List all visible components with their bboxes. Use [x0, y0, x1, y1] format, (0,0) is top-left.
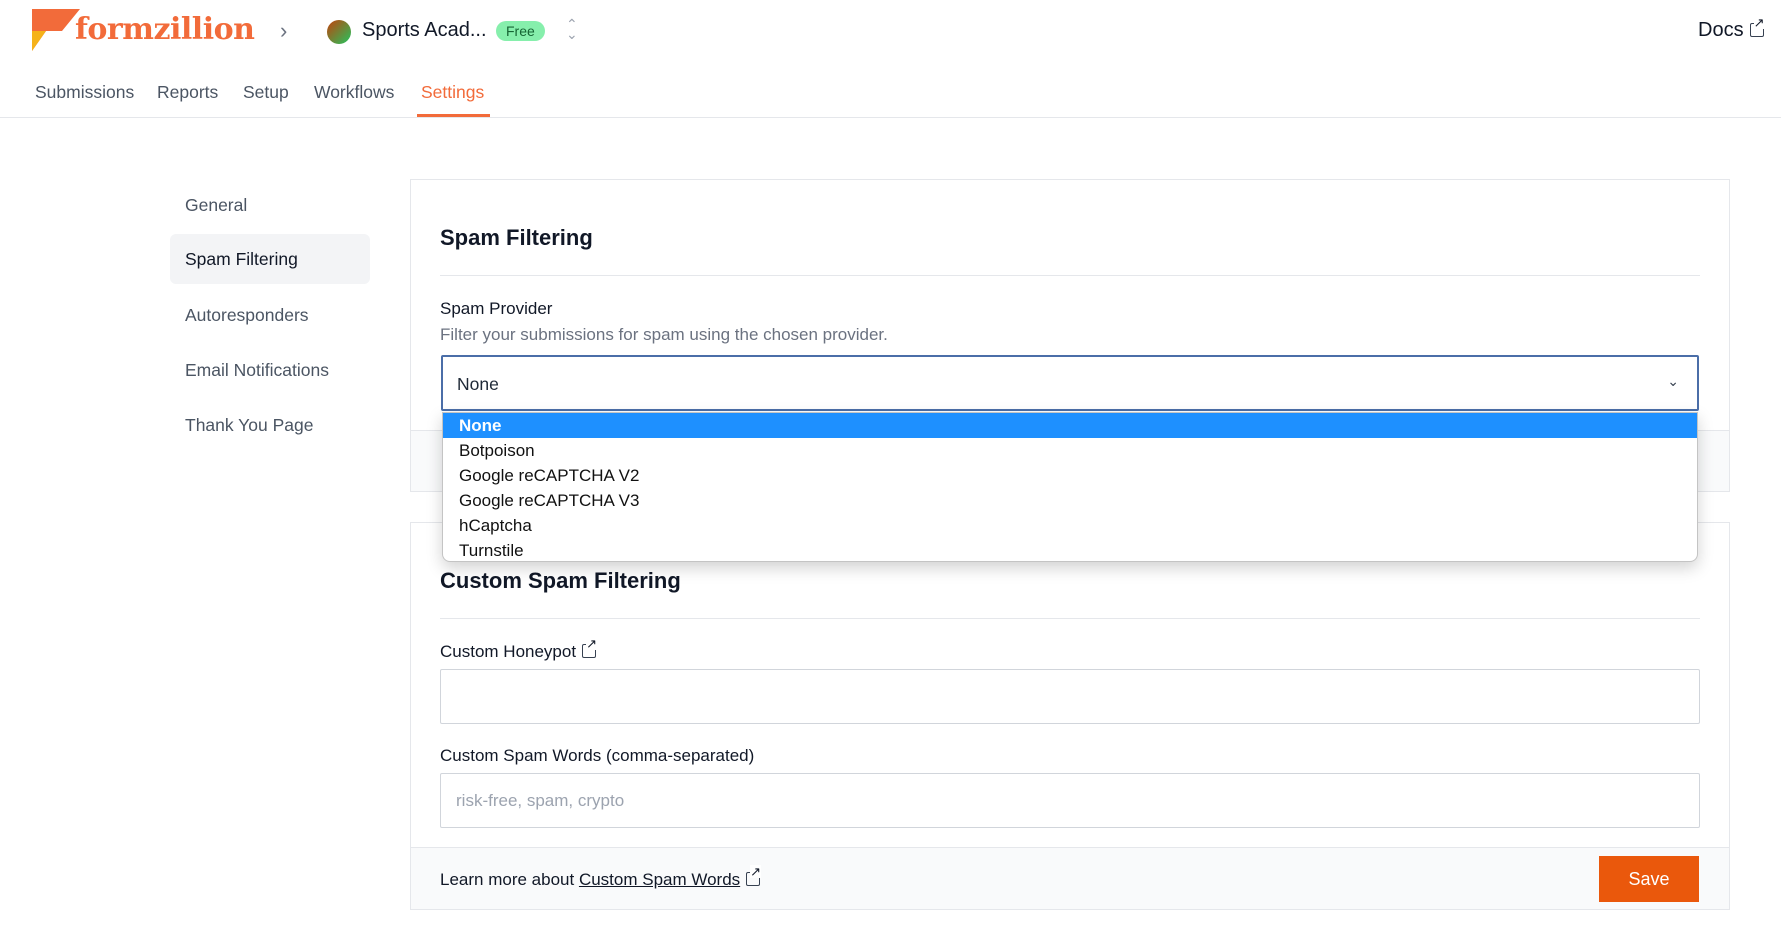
sidebar-item-general[interactable]: General — [170, 180, 370, 230]
option-none[interactable]: None — [443, 413, 1697, 438]
sidebar-item-email-notifications[interactable]: Email Notifications — [170, 345, 370, 395]
workspace-switcher-icon[interactable]: ⌃ ⌄ — [566, 17, 578, 41]
workspace-name[interactable]: Sports Acad... — [362, 19, 487, 42]
divider — [440, 275, 1700, 276]
external-link-icon[interactable] — [746, 865, 762, 886]
option-turnstile[interactable]: Turnstile — [443, 538, 1697, 561]
external-link-icon — [1749, 16, 1765, 37]
tab-setup[interactable]: Setup — [243, 82, 289, 103]
sidebar-item-thank-you-page[interactable]: Thank You Page — [170, 400, 370, 450]
custom-honeypot-input[interactable] — [440, 669, 1700, 724]
spam-provider-dropdown: None Botpoison Google reCAPTCHA V2 Googl… — [442, 412, 1698, 562]
breadcrumb-chevron-icon: › — [280, 18, 288, 43]
custom-honeypot-label[interactable]: Custom Honeypot — [440, 637, 597, 662]
custom-honeypot-text: Custom Honeypot — [440, 642, 577, 661]
tab-reports[interactable]: Reports — [157, 82, 218, 103]
custom-spam-words-input[interactable]: risk-free, spam, crypto — [440, 773, 1700, 828]
option-recaptcha-v3[interactable]: Google reCAPTCHA V3 — [443, 488, 1697, 513]
docs-link[interactable]: Docs — [1698, 16, 1765, 42]
tab-settings[interactable]: Settings — [421, 82, 484, 103]
selected-value: None — [457, 374, 499, 394]
custom-spam-words-link[interactable]: Custom Spam Words — [579, 870, 740, 889]
brand-name: formzillion — [75, 12, 255, 47]
custom-spam-title: Custom Spam Filtering — [440, 568, 681, 593]
custom-spam-words-label: Custom Spam Words (comma-separated) — [440, 746, 755, 765]
spam-provider-help: Filter your submissions for spam using t… — [440, 325, 888, 344]
docs-label: Docs — [1698, 19, 1744, 41]
plan-badge: Free — [496, 21, 545, 41]
tab-workflows[interactable]: Workflows — [314, 82, 394, 103]
option-botpoison[interactable]: Botpoison — [443, 438, 1697, 463]
divider — [440, 618, 1700, 619]
spam-filtering-title: Spam Filtering — [440, 225, 593, 250]
learn-more-prefix: Learn more about — [440, 870, 575, 889]
external-link-icon[interactable] — [582, 637, 597, 658]
workspace-avatar — [327, 20, 351, 44]
chevron-down-icon: ⌄ — [1667, 373, 1679, 389]
learn-more-text: Learn more about Custom Spam Words — [440, 865, 762, 890]
sidebar-item-spam-filtering[interactable]: Spam Filtering — [170, 234, 370, 284]
option-hcaptcha[interactable]: hCaptcha — [443, 513, 1697, 538]
tab-submissions[interactable]: Submissions — [35, 82, 134, 103]
spam-provider-label: Spam Provider — [440, 299, 553, 318]
spam-provider-select[interactable]: None ⌄ — [441, 355, 1699, 411]
save-button[interactable]: Save — [1599, 856, 1699, 902]
option-recaptcha-v2[interactable]: Google reCAPTCHA V2 — [443, 463, 1697, 488]
header-divider — [0, 117, 1781, 118]
formzillion-logo-icon — [32, 9, 80, 51]
sidebar-item-autoresponders[interactable]: Autoresponders — [170, 290, 370, 340]
